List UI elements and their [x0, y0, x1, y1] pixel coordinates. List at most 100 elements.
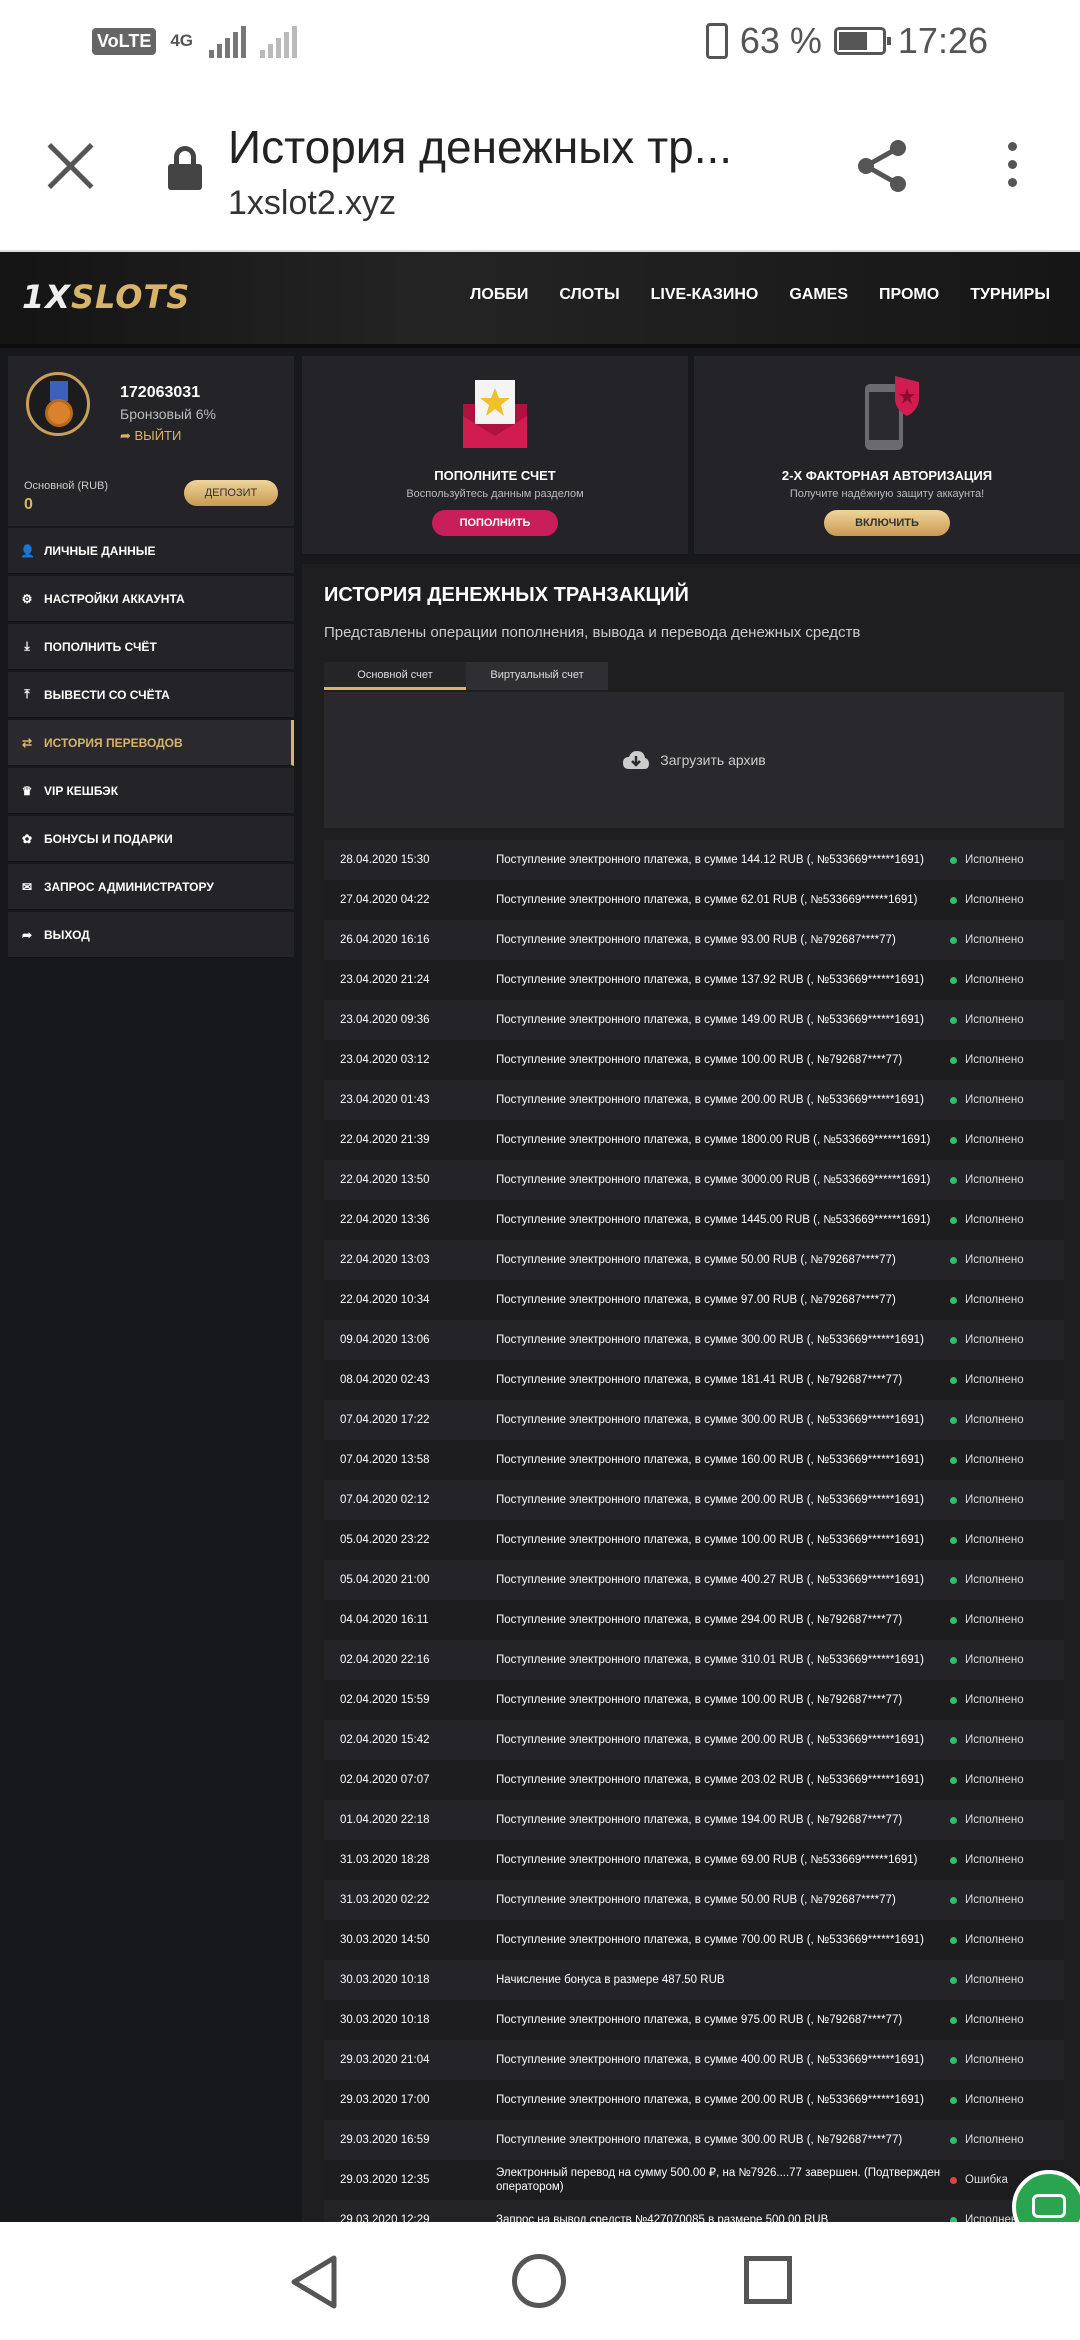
table-row: 29.03.2020 16:59 Поступление электронного… — [324, 2120, 1064, 2160]
table-row: 02.04.2020 15:59 Поступление электронного… — [324, 1680, 1064, 1720]
logout-icon: ➦ — [120, 428, 135, 443]
home-icon[interactable] — [512, 2254, 566, 2308]
status-dot-icon — [950, 1816, 957, 1824]
row-status: Исполнено — [946, 1694, 1064, 1706]
sidebar-item-vip-cashback[interactable]: ♛ VIP КЕШБЭК — [8, 768, 294, 814]
lock-icon[interactable] — [168, 146, 202, 190]
vibrate-icon — [705, 23, 728, 59]
menu-live-casino[interactable]: LIVE-КАЗИНО — [651, 286, 759, 304]
table-row: 30.03.2020 10:18 Начисление бонуса в разм… — [324, 1960, 1064, 2000]
row-description: Поступление электронного платежа, в сумм… — [496, 1854, 918, 1866]
sidebar-item-label: ВЫВЕСТИ СО СЧЁТА — [44, 687, 170, 702]
sidebar-item-exit[interactable]: ➦ ВЫХОД — [8, 912, 294, 958]
row-status: Исполнено — [946, 1174, 1064, 1186]
table-row: 30.03.2020 10:18 Поступление электронного… — [324, 2000, 1064, 2040]
crown-icon: ♛ — [21, 783, 33, 798]
deposit-promo-card: ПОПОЛНИТЕ СЧЕТ Воспользуйтесь данным раз… — [302, 356, 688, 554]
row-status: Исполнено — [946, 1094, 1064, 1106]
deposit-button[interactable]: ДЕПОЗИТ — [184, 480, 278, 506]
row-status-label: Исполнено — [965, 1534, 1024, 1546]
menu-slots[interactable]: СЛОТЫ — [559, 286, 619, 304]
table-row: 22.04.2020 13:50 Поступление электронного… — [324, 1160, 1064, 1200]
menu-lobby[interactable]: ЛОББИ — [470, 286, 528, 304]
volte-badge: VoLTE — [92, 27, 157, 55]
deposit-promo-text: Воспользуйтесь данным разделом — [406, 488, 584, 500]
status-dot-icon — [950, 1416, 957, 1424]
menu-games[interactable]: GAMES — [789, 286, 848, 304]
more-options-icon[interactable] — [1000, 142, 1024, 194]
logo-part-slots: SLOTS — [70, 278, 191, 316]
row-date: 22.04.2020 13:03 — [340, 1254, 430, 1266]
row-date: 07.04.2020 13:58 — [340, 1454, 430, 1466]
row-description: Поступление электронного платежа, в сумм… — [496, 1494, 924, 1506]
row-status-label: Исполнено — [965, 854, 1024, 866]
main-menu: ЛОББИ СЛОТЫ LIVE-КАЗИНО GAMES ПРОМО ТУРН… — [470, 286, 1050, 304]
table-row: 02.04.2020 15:42 Поступление электронного… — [324, 1720, 1064, 1760]
table-row: 08.04.2020 02:43 Поступление электронного… — [324, 1360, 1064, 1400]
row-date: 08.04.2020 02:43 — [340, 1374, 430, 1386]
twofa-promo-card: 2-Х ФАКТОРНАЯ АВТОРИЗАЦИЯ Получите надёж… — [694, 356, 1080, 554]
profile-card: 172063031 Бронзовый 6% ➦ ВЫЙТИ Основной … — [8, 356, 294, 526]
logout-link[interactable]: ➦ ВЫЙТИ — [120, 428, 181, 444]
row-status-label: Исполнено — [965, 1814, 1024, 1826]
back-icon[interactable] — [288, 2254, 340, 2310]
sidebar-item-transfer-history[interactable]: ⇄ ИСТОРИЯ ПЕРЕВОДОВ — [8, 720, 294, 766]
download-archive-button[interactable]: Загрузить архив — [324, 692, 1064, 828]
share-icon[interactable] — [852, 136, 912, 196]
row-date: 26.04.2020 16:16 — [340, 934, 430, 946]
row-description: Поступление электронного платежа, в сумм… — [496, 974, 924, 986]
table-row: 05.04.2020 21:00 Поступление электронного… — [324, 1560, 1064, 1600]
menu-promo[interactable]: ПРОМО — [879, 286, 939, 304]
status-dot-icon — [950, 1976, 957, 1984]
row-description: Поступление электронного платежа, в сумм… — [496, 934, 896, 946]
row-status-label: Исполнено — [965, 2134, 1024, 2146]
sidebar-item-account-settings[interactable]: ⚙ НАСТРОЙКИ АККАУНТА — [8, 576, 294, 622]
site-logo[interactable]: 1XSLOTS — [22, 278, 190, 316]
row-status: Исполнено — [946, 1414, 1064, 1426]
row-date: 29.03.2020 17:00 — [340, 2094, 430, 2106]
row-date: 22.04.2020 10:34 — [340, 1294, 430, 1306]
table-row: 29.03.2020 21:04 Поступление электронного… — [324, 2040, 1064, 2080]
menu-tournaments[interactable]: ТУРНИРЫ — [970, 286, 1050, 304]
deposit-promo-button[interactable]: ПОПОЛНИТЬ — [432, 510, 558, 536]
row-date: 23.04.2020 21:24 — [340, 974, 430, 986]
status-dot-icon — [950, 1896, 957, 1904]
promo-row: ПОПОЛНИТЕ СЧЕТ Воспользуйтесь данным раз… — [302, 356, 1080, 554]
row-description: Поступление электронного платежа, в сумм… — [496, 1334, 924, 1346]
browser-toolbar: История денежных тр... 1xslot2.xyz — [0, 84, 1080, 252]
recent-apps-icon[interactable] — [744, 2256, 792, 2304]
sidebar-item-admin-request[interactable]: ✉ ЗАПРОС АДМИНИСТРАТОРУ — [8, 864, 294, 910]
status-dot-icon — [950, 1776, 957, 1784]
table-row: 30.03.2020 14:50 Поступление электронного… — [324, 1920, 1064, 1960]
twofa-enable-button[interactable]: ВКЛЮЧИТЬ — [824, 510, 950, 536]
sidebar-item-label: ЛИЧНЫЕ ДАННЫЕ — [44, 543, 156, 558]
row-description: Поступление электронного платежа, в сумм… — [496, 1734, 924, 1746]
row-status: Исполнено — [946, 1374, 1064, 1386]
balance-label: Основной (RUB) — [24, 480, 109, 492]
row-date: 02.04.2020 15:59 — [340, 1694, 430, 1706]
sidebar-item-deposit[interactable]: ⤓ ПОПОЛНИТЬ СЧЁТ — [8, 624, 294, 670]
table-row: 22.04.2020 21:39 Поступление электронного… — [324, 1120, 1064, 1160]
sidebar-item-personal-data[interactable]: 👤 ЛИЧНЫЕ ДАННЫЕ — [8, 528, 294, 574]
page-url[interactable]: 1xslot2.xyz — [228, 184, 396, 223]
sidebar-item-withdraw[interactable]: ⤒ ВЫВЕСТИ СО СЧЁТА — [8, 672, 294, 718]
row-description: Поступление электронного платежа, в сумм… — [496, 1894, 896, 1906]
status-dot-icon — [950, 1696, 957, 1704]
row-description: Поступление электронного платежа, в сумм… — [496, 1814, 903, 1826]
table-row: 29.03.2020 17:00 Поступление электронного… — [324, 2080, 1064, 2120]
transfer-icon: ⇄ — [21, 735, 33, 750]
row-description: Поступление электронного платежа, в сумм… — [496, 1414, 924, 1426]
row-status-label: Исполнено — [965, 1094, 1024, 1106]
tab-virtual-account[interactable]: Виртуальный счет — [466, 662, 608, 690]
twofa-promo-text: Получите надёжную защиту аккаунта! — [789, 488, 985, 500]
main-content: ПОПОЛНИТЕ СЧЕТ Воспользуйтесь данным раз… — [302, 356, 1080, 2222]
status-dot-icon — [950, 896, 957, 904]
close-icon[interactable] — [44, 140, 96, 192]
tab-main-account[interactable]: Основной счет — [324, 662, 466, 690]
row-status-label: Исполнено — [965, 1854, 1024, 1866]
row-status: Исполнено — [946, 974, 1064, 986]
sidebar-item-bonuses[interactable]: ✿ БОНУСЫ И ПОДАРКИ — [8, 816, 294, 862]
row-status: Исполнено — [946, 1734, 1064, 1746]
account-sidebar: 172063031 Бронзовый 6% ➦ ВЫЙТИ Основной … — [8, 356, 294, 958]
status-dot-icon — [950, 1216, 957, 1224]
